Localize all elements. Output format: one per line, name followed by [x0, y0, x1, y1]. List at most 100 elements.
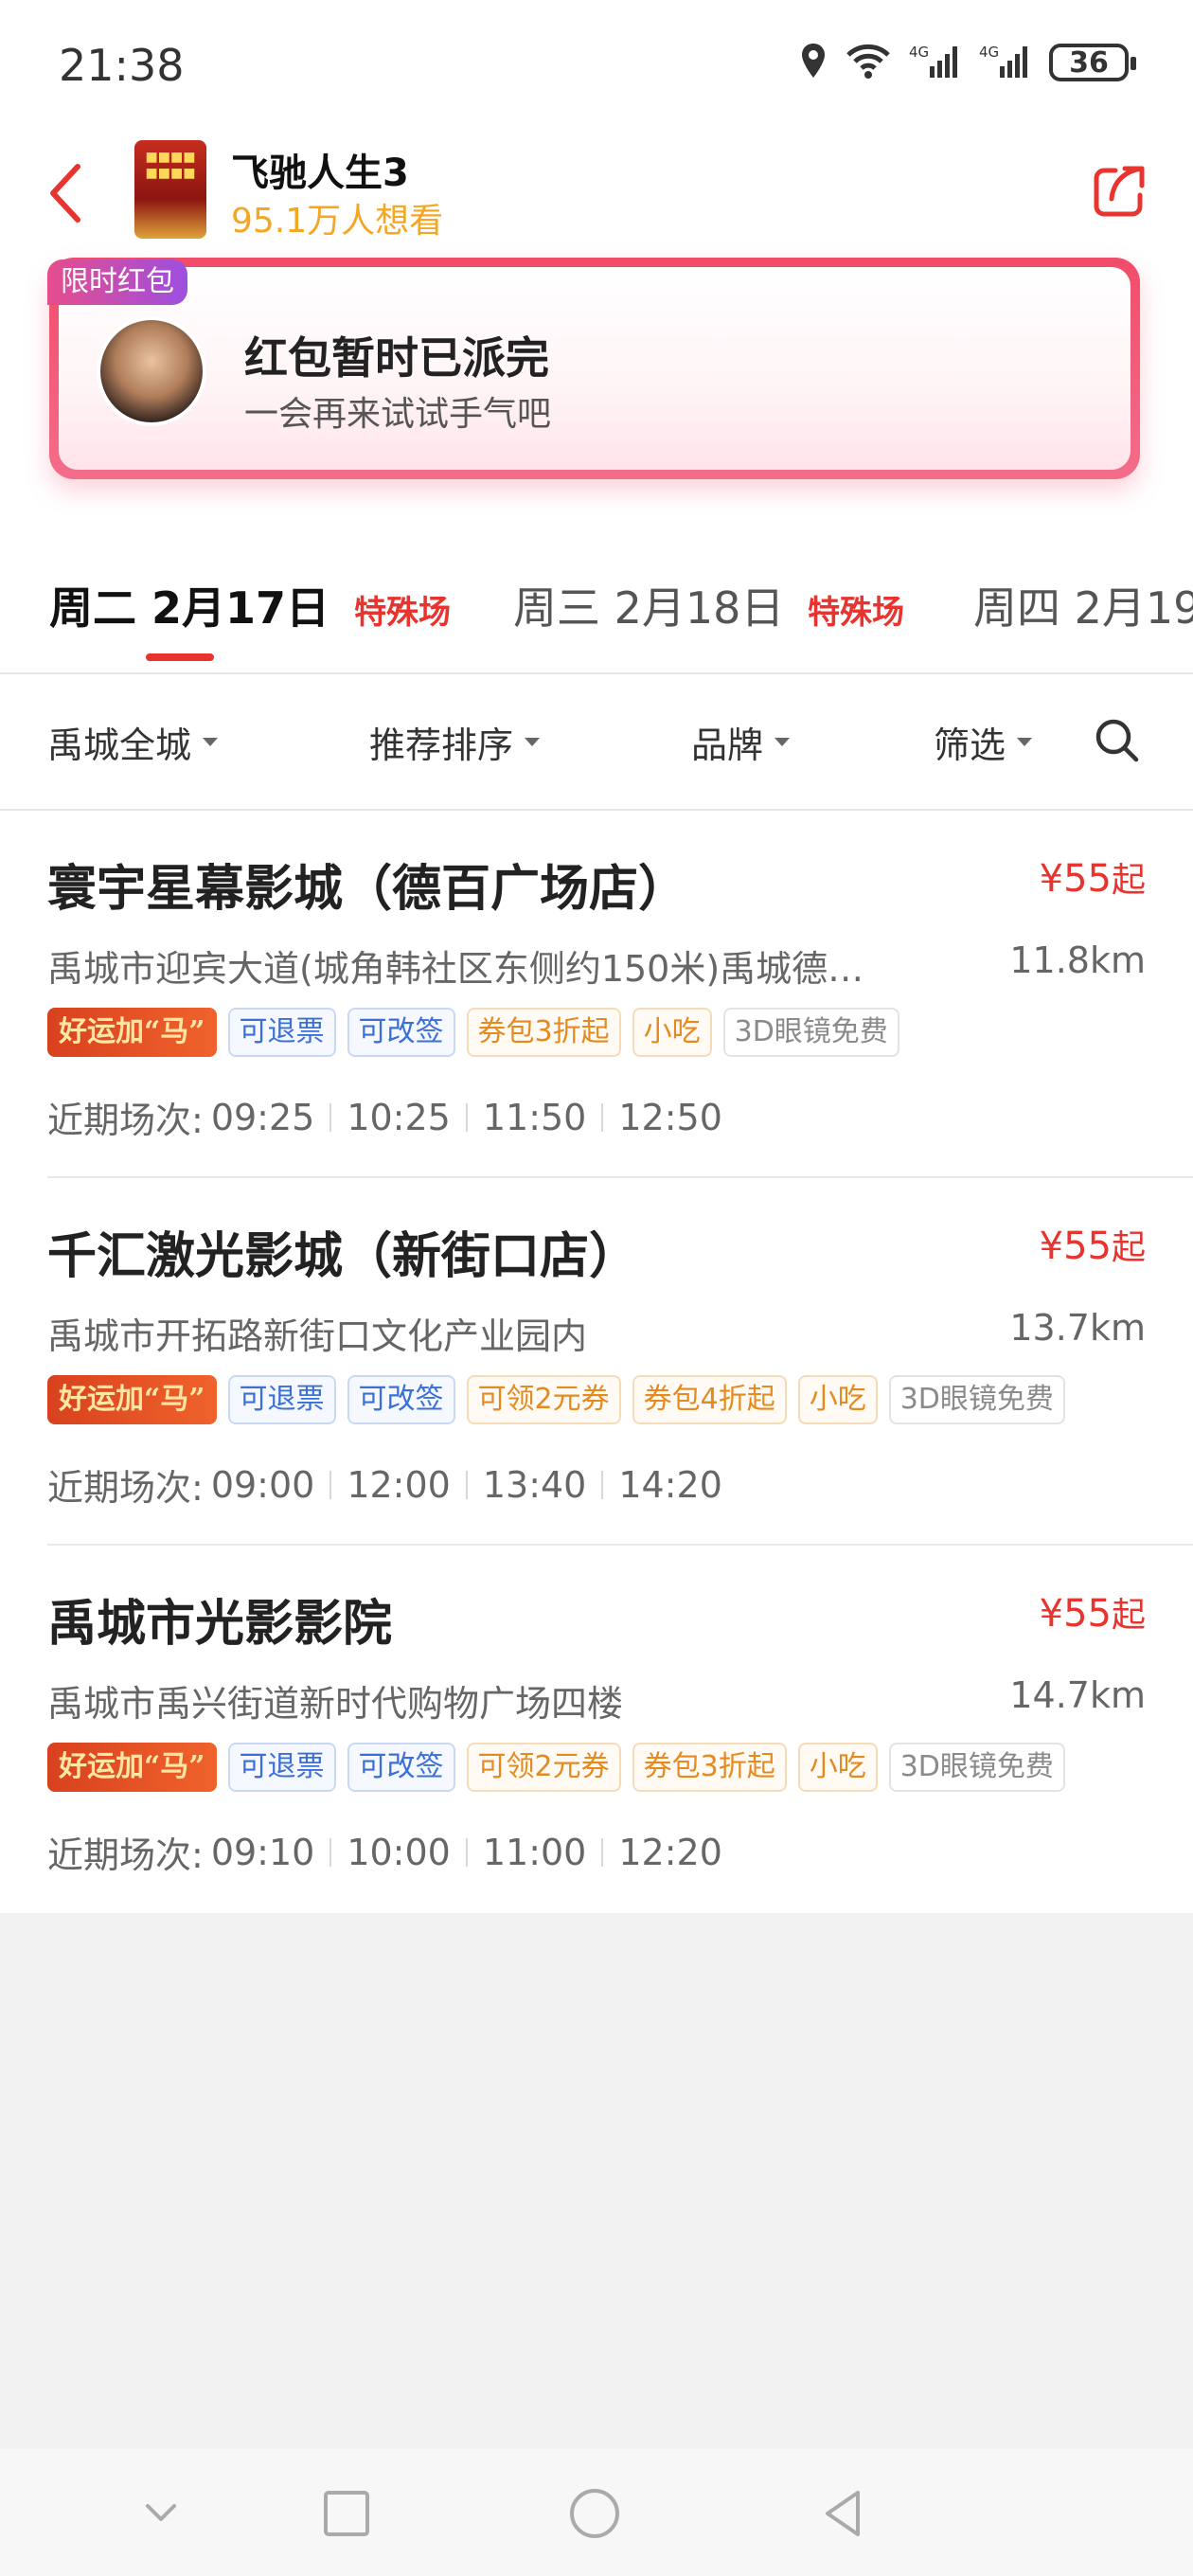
filter-bar: 禹城全城 推荐排序 品牌 筛选 [0, 676, 1193, 809]
coupon-pack-tag: 券包4折起 [632, 1375, 787, 1424]
share-button[interactable] [1089, 161, 1149, 222]
showtimes-label: 近期场次: [47, 1467, 204, 1509]
status-bar: 21:38 4G 4G 36 [0, 0, 1193, 133]
cinema-list-item[interactable]: 千汇激光影城（新街口店） ¥55起 禹城市开拓路新街口文化产业园内 13.7km… [0, 1178, 1193, 1546]
cinema-price: ¥55起 [1040, 1220, 1146, 1269]
cinema-address: 禹城市开拓路新街口文化产业园内 [47, 1315, 588, 1357]
showtime: 09:25 [210, 1096, 315, 1138]
red-packet-card[interactable]: 红包暂时已派完 一会再来试试手气吧 [49, 258, 1140, 479]
price-suffix: 起 [1111, 861, 1146, 900]
snack-tag: 小吃 [632, 1008, 712, 1057]
filter-brand[interactable]: 品牌 [691, 716, 791, 768]
showtime: 10:00 [329, 1834, 466, 1870]
showtimes: 近期场次: 09:25 10:25 11:50 12:50 [47, 1091, 738, 1143]
search-icon [1095, 719, 1139, 762]
price-value: ¥55 [1039, 857, 1112, 901]
nav-home-button[interactable] [564, 2483, 625, 2544]
price-value: ¥55 [1039, 1592, 1112, 1636]
date-tabs: 周二 2月17日 特殊场 周三 2月18日 特殊场 周四 2月19 [0, 559, 1193, 672]
cinema-name: 禹城市光影影院 [47, 1596, 393, 1653]
showtime: 09:00 [210, 1463, 315, 1506]
tab-special-badge: 特殊场 [354, 594, 452, 632]
coupon-tag: 可领2元券 [466, 1375, 621, 1424]
status-icons: 4G 4G 36 [799, 42, 1136, 83]
triangle-back-icon [826, 2491, 860, 2536]
back-button[interactable] [38, 155, 95, 231]
caret-down-icon [775, 738, 791, 746]
nav-back-button[interactable] [814, 2483, 875, 2544]
coupon-pack-tag: 券包3折起 [466, 1008, 621, 1057]
showtime: 11:50 [465, 1100, 602, 1136]
cinema-tags: 好运加“马” 可退票 可改签 可领2元券 券包3折起 小吃 3D眼镜免费 [47, 1743, 1065, 1792]
filter-more[interactable]: 筛选 [934, 716, 1033, 768]
red-packet-title: 红包暂时已派完 [244, 332, 549, 384]
caret-down-icon [525, 738, 541, 746]
cinema-tags: 好运加“马” 可退票 可改签 可领2元券 券包4折起 小吃 3D眼镜免费 [47, 1375, 1065, 1424]
cinema-address: 禹城市禹兴街道新时代购物广场四楼 [47, 1683, 624, 1725]
cinema-list-item[interactable]: 禹城市光影影院 ¥55起 禹城市禹兴街道新时代购物广场四楼 14.7km 好运加… [0, 1546, 1193, 1913]
snack-tag: 小吃 [797, 1743, 878, 1792]
coupon-tag: 可领2元券 [466, 1743, 621, 1792]
showtime: 13:40 [465, 1467, 602, 1503]
svg-text:4G: 4G [909, 44, 929, 61]
movie-header: ■■■■ ■■■■ 飞驰人生3 95.1万人想看 [0, 133, 1193, 256]
chevron-down-icon [146, 2504, 176, 2521]
system-nav-bar [0, 2449, 1193, 2576]
nav-recents-button[interactable] [316, 2483, 377, 2544]
location-icon [799, 42, 828, 83]
avatar [97, 316, 206, 426]
movie-poster[interactable]: ■■■■ ■■■■ [134, 140, 206, 239]
tab-special-badge: 特殊场 [808, 594, 905, 632]
caret-down-icon [203, 738, 219, 746]
showtimes: 近期场次: 09:10 10:00 11:00 12:20 [47, 1826, 738, 1878]
refund-tag: 可退票 [227, 1375, 336, 1424]
3d-glasses-tag: 3D眼镜免费 [888, 1743, 1065, 1792]
movie-title: 飞驰人生3 [231, 152, 409, 195]
showtime: 12:50 [601, 1100, 738, 1136]
filter-area[interactable]: 禹城全城 [47, 716, 219, 768]
price-suffix: 起 [1111, 1596, 1146, 1635]
showtime: 12:20 [601, 1834, 738, 1870]
red-packet-tag: 限时红包 [47, 259, 187, 305]
tab-date-0219[interactable]: 周四 2月19 [973, 574, 1193, 636]
cinema-distance: 14.7km [1009, 1674, 1146, 1716]
nav-collapse-button[interactable] [131, 2483, 191, 2544]
caret-down-icon [1017, 738, 1033, 746]
filter-sort-label: 推荐排序 [369, 724, 514, 766]
cinema-name: 千汇激光影城（新街口店） [47, 1228, 639, 1285]
showtimes: 近期场次: 09:00 12:00 13:40 14:20 [47, 1458, 738, 1511]
want-count: 95.1万人想看 [231, 202, 444, 241]
cinema-distance: 13.7km [1009, 1307, 1146, 1349]
tab-weekday: 周三 [513, 582, 600, 634]
tab-active-indicator [146, 653, 214, 661]
tab-date-0217[interactable]: 周二 2月17日 特殊场 [49, 574, 451, 636]
filter-brand-label: 品牌 [691, 724, 764, 766]
tab-date: 2月19 [1074, 582, 1193, 634]
price-suffix: 起 [1111, 1228, 1146, 1267]
showtime: 11:00 [465, 1834, 602, 1870]
3d-glasses-tag: 3D眼镜免费 [722, 1008, 899, 1057]
refund-tag: 可退票 [227, 1008, 336, 1057]
showtime: 12:00 [329, 1467, 466, 1503]
showtime: 09:10 [210, 1831, 315, 1873]
tab-date-0218[interactable]: 周三 2月18日 特殊场 [513, 574, 904, 636]
coupon-pack-tag: 券包3折起 [632, 1743, 787, 1792]
cinema-list-item[interactable]: 寰宇星幕影城（德百广场店） ¥55起 禹城市迎宾大道(城角韩社区东侧约150米)… [0, 811, 1193, 1178]
promo-tag: 好运加“马” [47, 1743, 217, 1792]
filter-area-label: 禹城全城 [47, 724, 192, 766]
search-button[interactable] [1091, 714, 1144, 767]
tab-weekday: 周二 [49, 582, 136, 634]
divider [0, 672, 1193, 674]
filter-sort[interactable]: 推荐排序 [369, 716, 541, 768]
signal-4g-icon: 4G [979, 42, 1032, 83]
reschedule-tag: 可改签 [347, 1743, 455, 1792]
cinema-tags: 好运加“马” 可退票 可改签 券包3折起 小吃 3D眼镜免费 [47, 1008, 899, 1057]
signal-4g-icon: 4G [909, 42, 962, 83]
cinema-price: ¥55起 [1040, 852, 1146, 902]
cinema-price: ¥55起 [1040, 1587, 1146, 1637]
promo-tag: 好运加“马” [47, 1375, 217, 1424]
tab-date: 2月18日 [614, 582, 785, 634]
chevron-left-icon [50, 164, 80, 223]
showtimes-label: 近期场次: [47, 1100, 204, 1141]
3d-glasses-tag: 3D眼镜免费 [888, 1375, 1065, 1424]
